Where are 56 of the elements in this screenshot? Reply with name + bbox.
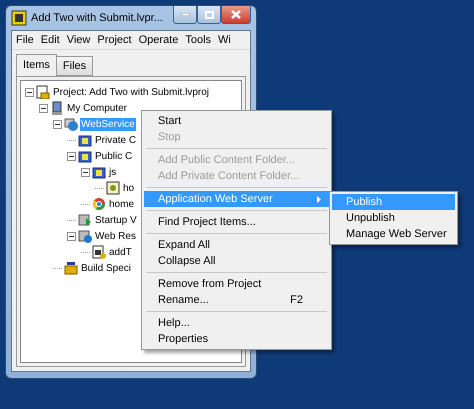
menu-item[interactable]: Tools [185, 34, 212, 46]
collapse-icon[interactable] [39, 104, 48, 112]
menu-item[interactable]: Collapse All [144, 253, 329, 269]
window-title: Add Two with Submit.lvpr... [31, 12, 164, 24]
tree-item[interactable]: Project: Add Two with Submit.lvproj [52, 86, 210, 98]
tree-item[interactable]: Web Res [94, 230, 137, 242]
tree-item[interactable]: js [108, 166, 118, 178]
tree-item[interactable]: Private C [94, 134, 138, 146]
collapse-icon[interactable] [67, 152, 76, 160]
close-icon [231, 10, 241, 19]
document-icon [106, 181, 120, 195]
collapse-icon[interactable] [53, 120, 62, 128]
tree-item[interactable]: Startup V [94, 214, 138, 226]
tree-item[interactable]: addT [108, 246, 133, 258]
menu-item[interactable]: Find Project Items... [144, 214, 329, 230]
maximize-button[interactable] [197, 6, 221, 24]
play-icon [78, 213, 92, 227]
tree-item[interactable]: Public C [94, 150, 134, 162]
folder-icon [78, 133, 92, 147]
close-button[interactable] [221, 6, 251, 24]
menu-item[interactable]: Help... [144, 315, 329, 331]
menu-item[interactable]: Edit [40, 34, 60, 46]
menu-item[interactable]: Start [144, 113, 329, 129]
tree-item[interactable]: home [108, 198, 136, 210]
menu-item[interactable]: File [16, 34, 34, 46]
box-icon [64, 261, 78, 275]
shortcut-label: F2 [290, 294, 303, 306]
tab[interactable]: Files [56, 56, 94, 76]
maximize-icon [204, 10, 214, 18]
collapse-icon[interactable] [25, 88, 34, 96]
submenu-arrow-icon [317, 196, 321, 202]
minimize-icon [180, 13, 190, 16]
menu-item[interactable]: Wi [218, 34, 231, 46]
menu-item[interactable]: Rename... F2 [144, 292, 329, 308]
project-icon [36, 85, 50, 99]
computer-icon [50, 101, 64, 115]
menu-item[interactable]: Operate [138, 34, 178, 46]
folder-icon [78, 149, 92, 163]
app-icon [11, 10, 27, 26]
tree-item[interactable]: ho [122, 182, 136, 194]
menu-item[interactable]: Properties [144, 331, 329, 347]
menu-item[interactable]: Manage Web Server [332, 226, 455, 242]
menu-item[interactable]: Remove from Project [144, 276, 329, 292]
tab[interactable]: Items [16, 54, 57, 76]
collapse-icon[interactable] [81, 168, 90, 176]
menu-item[interactable]: Project [97, 34, 132, 46]
browser-icon [92, 197, 106, 211]
collapse-icon[interactable] [67, 232, 76, 240]
minimize-button[interactable] [173, 6, 197, 24]
tree-item[interactable]: Build Speci [80, 262, 132, 274]
document-icon [92, 245, 106, 259]
menu-item[interactable]: View [66, 34, 90, 46]
tree-item[interactable]: My Computer [66, 102, 128, 114]
menu-item[interactable]: Expand All [144, 237, 329, 253]
menu-item[interactable]: Unpublish [332, 210, 455, 226]
folder-icon [92, 165, 106, 179]
